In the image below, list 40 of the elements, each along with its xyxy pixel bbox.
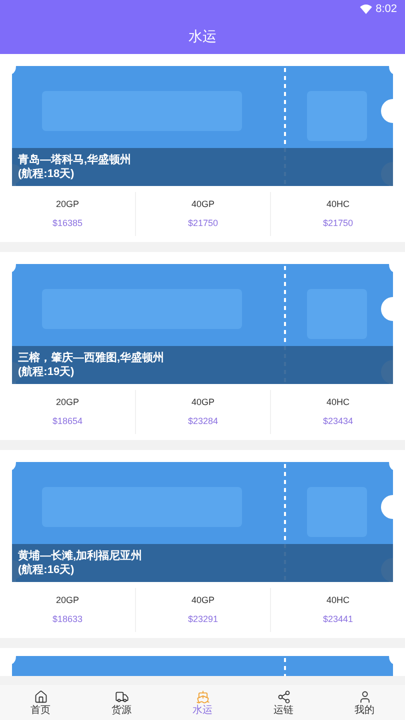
route-name: 三榕，肇庆—西雅图,华盛顿州: [18, 351, 166, 365]
container-price: $23291: [188, 615, 218, 624]
route-card[interactable]: 黄埔—长滩,加利福尼亚州 (航程:16天) 20GP $18633 40GP $23291 40HC $23441: [0, 450, 405, 638]
container-type: 40GP: [191, 398, 214, 407]
container-type: 20GP: [56, 200, 79, 209]
container-type: 20GP: [56, 398, 79, 407]
voyage-duration: (航程:19天): [18, 365, 76, 379]
route-card[interactable]: 青岛—塔科马,华盛顿州 (航程:18天) 20GP $16385 40GP $21750 40HC $21750: [0, 54, 405, 242]
container-type: 40GP: [191, 200, 214, 209]
tab-item[interactable]: 首页: [0, 685, 81, 720]
container-price: $23441: [322, 615, 354, 624]
container-type: 40HC: [326, 200, 350, 209]
share-icon: [276, 690, 290, 704]
clock: 8:02: [376, 4, 397, 14]
tab-item[interactable]: 货源: [81, 685, 162, 720]
container-type: 40GP: [191, 596, 214, 605]
container-price: $21750: [188, 219, 218, 228]
container-price: $18654: [52, 417, 83, 426]
tab-item[interactable]: 我的: [324, 685, 405, 720]
voyage-duration: (航程:18天): [18, 167, 76, 181]
container-type: 20GP: [56, 596, 79, 605]
voyage-duration: (航程:16天): [18, 563, 76, 577]
container-type: 40HC: [326, 596, 350, 605]
truck-icon: [114, 690, 128, 704]
container-price: $23284: [188, 417, 218, 426]
container-price: $23434: [322, 417, 354, 426]
tab-item[interactable]: 水运: [162, 685, 243, 720]
route-card[interactable]: 三榕，肇庆—西雅图,华盛顿州 (航程:19天) 20GP $18654 40GP $23284 40HC $23434: [0, 252, 405, 440]
user-icon: [358, 690, 372, 704]
ship-icon: [196, 690, 210, 704]
container-price: $16385: [52, 219, 83, 228]
wifi-icon: [360, 4, 372, 14]
container-price: $18633: [52, 615, 83, 624]
tab-item[interactable]: 运链: [243, 685, 324, 720]
container-price: $21750: [322, 219, 354, 228]
page-title: 水运: [188, 26, 216, 46]
route-name: 青岛—塔科马,华盛顿州: [18, 153, 132, 167]
container-type: 40HC: [326, 398, 350, 407]
route-name: 黄埔—长滩,加利福尼亚州: [18, 549, 144, 563]
home-icon: [34, 690, 48, 704]
